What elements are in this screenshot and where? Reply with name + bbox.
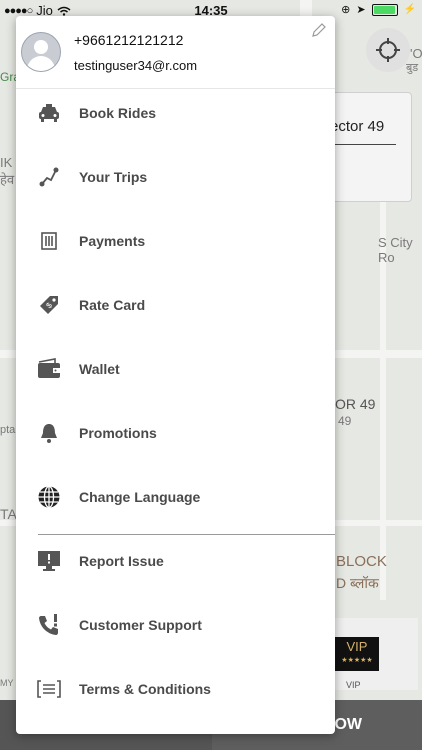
map-label-ta: TA [0, 506, 17, 522]
map-label-pta: pta [0, 424, 16, 436]
menu-item-wallet[interactable]: Wallet [16, 349, 335, 389]
map-label-block-hindi: D ब्लॉक [336, 575, 379, 591]
profile-header[interactable]: +9661212121212 testinguser34@r.com [16, 16, 335, 89]
phone-alert-icon [36, 612, 62, 638]
ride-option-label: MY [0, 678, 14, 688]
vip-label: VIP [346, 680, 361, 690]
charging-icon: ⚡ [403, 4, 416, 15]
route-icon [36, 164, 62, 190]
menu-label: Your Trips [79, 169, 148, 185]
avatar[interactable] [21, 32, 61, 72]
menu-item-book-rides[interactable]: Book Rides [16, 93, 335, 133]
vip-badge: VIP ★★★★★ [335, 637, 379, 671]
receipt-icon [36, 228, 62, 254]
location-icon: ➤ [356, 4, 366, 16]
edit-profile-icon[interactable] [311, 22, 327, 38]
menu-divider [38, 534, 335, 535]
battery-icon [371, 3, 398, 16]
menu-item-rate-card[interactable]: $ Rate Card [16, 285, 335, 325]
menu-label: Wallet [79, 361, 120, 377]
map-label-s-city: S City Ro [378, 235, 413, 265]
menu-item-report-issue[interactable]: Report Issue [16, 541, 335, 581]
menu-item-your-trips[interactable]: Your Trips [16, 157, 335, 197]
car-icon [36, 100, 62, 126]
user-email: testinguser34@r.com [74, 58, 198, 73]
locate-button[interactable] [366, 28, 410, 72]
map-label-top-right: 'O [410, 46, 422, 61]
bell-icon [36, 420, 62, 446]
destination-underline [330, 144, 396, 145]
document-icon [36, 676, 62, 702]
tag-icon: $ [36, 292, 62, 318]
map-label-ik: IK [0, 155, 13, 170]
destination-text: ector 49 [330, 118, 385, 135]
navigation-drawer: +9661212121212 testinguser34@r.com Book … [16, 16, 335, 734]
crosshair-icon [376, 38, 400, 62]
rotation-lock-icon: ⊕ [341, 4, 351, 16]
globe-icon [36, 484, 62, 510]
map-label-block: BLOCK [336, 553, 387, 570]
menu-label: Change Language [79, 489, 201, 505]
menu-label: Rate Card [79, 297, 146, 313]
menu-item-payments[interactable]: Payments [16, 221, 335, 261]
map-label-or49: OR 49 [335, 396, 376, 412]
destination-card[interactable] [330, 92, 412, 202]
map-label-hi: हेव [0, 172, 15, 187]
monitor-alert-icon [36, 548, 62, 574]
menu-label: Terms & Conditions [79, 681, 211, 697]
user-phone: +9661212121212 [74, 32, 184, 48]
menu-label: Promotions [79, 425, 157, 441]
menu-item-promotions[interactable]: Promotions [16, 413, 335, 453]
menu-label: Report Issue [79, 553, 164, 569]
map-label-49: 49 [338, 414, 352, 428]
menu-label: Payments [79, 233, 146, 249]
wallet-icon [36, 356, 62, 382]
status-bar: ●●●●○ Jio 14:35 ⊕ ➤ ⚡ [0, 0, 422, 20]
menu-label: Customer Support [79, 617, 202, 633]
menu-item-change-language[interactable]: Change Language [16, 477, 335, 517]
map-label-top-right-2: बुड [406, 62, 419, 74]
menu-label: Book Rides [79, 105, 157, 121]
menu-item-terms-conditions[interactable]: Terms & Conditions [16, 669, 335, 709]
menu-item-customer-support[interactable]: Customer Support [16, 605, 335, 645]
